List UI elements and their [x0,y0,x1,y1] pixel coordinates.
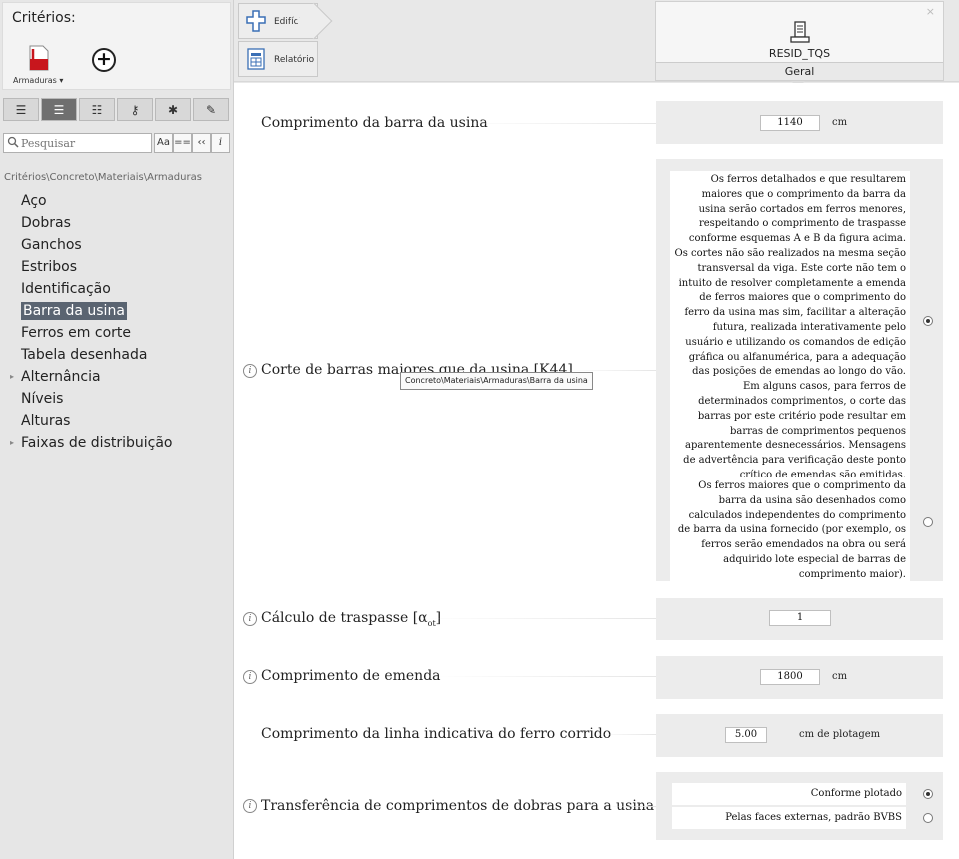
building-name: RESID_TQS [768,47,831,60]
traspasse-label: Cálculo de traspasse [αot] [261,610,441,628]
tree-item-label: Dobras [21,215,71,231]
tree-item-label: Faixas de distribuição [21,435,173,451]
tree-item-label: Identificação [21,281,111,297]
divider [564,370,656,371]
comp-barra-unit: cm [832,117,848,128]
comp-barra-input[interactable]: 1140 [760,115,820,131]
view-toolbar: ☰ ☰ ☷ ⚷ ✱ ✎ [3,98,229,121]
expand-icon[interactable]: ▸ [10,366,14,388]
tree-item[interactable]: Ferros em corte [0,322,232,344]
search-icon [7,136,19,148]
linha-unit: cm de plotagem [799,729,881,740]
tree-item[interactable]: Dobras [0,212,232,234]
tree-item[interactable]: ▸ Faixas de distribuição [0,432,232,454]
tree-item[interactable]: Identificação [0,278,232,300]
divider [456,123,656,124]
close-icon[interactable]: × [926,5,935,18]
tree-item[interactable]: Estribos [0,256,232,278]
tab-geral[interactable]: Geral [656,62,943,80]
criteria-main: Comprimento da barra da usina 1140 cm i … [234,83,959,859]
tree-item-label: Tabela desenhada [21,347,148,363]
transf-radio-2[interactable] [923,813,933,823]
search-row: Aa == ‹‹ i [3,133,230,153]
corte-radio-1[interactable] [923,316,933,326]
breadcrumb: Critérios\Concreto\Materiais\Armaduras [4,172,202,183]
top-bar: Edifício Relatório × RESID_TQS Geral [234,0,959,82]
relatorio-label: Relatório [274,55,315,65]
tree-item-label: Ganchos [21,237,82,253]
tree-item-label: Alturas [21,413,71,429]
corte-option-1[interactable]: Os ferros detalhados e que resultarem ma… [670,171,910,486]
info-icon[interactable]: i [243,364,257,378]
divider [594,734,656,735]
linha-label: Comprimento da linha indicativa do ferro… [261,726,612,742]
tree-item[interactable]: Aço [0,190,232,212]
criteria-tree: Aço Dobras Ganchos Estribos Identificação Bar… [0,190,232,454]
relatorio-button[interactable]: Relatório [238,41,318,77]
divider [419,618,656,619]
building-icon [246,10,266,32]
tree-item[interactable]: Barra da usina [0,300,232,322]
grid-view-button[interactable]: ☷ [79,98,115,121]
emenda-unit: cm [832,671,848,682]
emenda-input[interactable]: 1800 [760,669,820,685]
tree-item-label: Ferros em corte [21,325,131,341]
tree-item[interactable]: Ganchos [0,234,232,256]
path-tooltip: Concreto\Materiais\Armaduras\Barra da us… [400,372,593,390]
corte-option-2[interactable]: Os ferros maiores que o comprimento da b… [670,477,910,585]
star-icon[interactable]: ✱ [155,98,191,121]
armaduras-dropdown[interactable]: Armaduras ▾ [13,76,63,85]
criteria-box: Critérios: Armaduras ▾ + [2,2,231,90]
tree-item[interactable]: Níveis [0,388,232,410]
expand-icon[interactable]: ▸ [10,432,14,454]
comp-barra-label: Comprimento da barra da usina [261,115,488,131]
tree-item-label: Alternância [21,369,101,385]
left-panel: Critérios: Armaduras ▾ + ☰ ☰ ☷ ⚷ ✱ ✎ Aa [0,0,234,859]
tree-item[interactable]: Tabela desenhada [0,344,232,366]
info-icon[interactable]: i [243,799,257,813]
corte-radio-2[interactable] [923,517,933,527]
transf-option-2[interactable]: Pelas faces externas, padrão BVBS [672,807,906,829]
search-input[interactable] [3,133,152,153]
pencil-icon[interactable]: ✎ [193,98,229,121]
building-icon [790,21,810,43]
whole-word-button[interactable]: == [173,133,192,153]
building-card[interactable]: × RESID_TQS Geral [655,1,944,81]
list-view-button[interactable]: ☰ [3,98,39,121]
emenda-label: Comprimento de emenda [261,668,441,684]
transf-radio-1[interactable] [923,789,933,799]
transf-label: Transferência de comprimentos de dobras … [261,798,655,814]
divider [606,806,656,807]
divider [434,676,656,677]
linha-input[interactable]: 5.00 [725,727,767,743]
transf-option-1[interactable]: Conforme plotado [672,783,906,805]
tree-item-label: Aço [21,193,47,209]
tree-item[interactable]: ▸ Alternância [0,366,232,388]
tree-item-label: Barra da usina [21,302,127,320]
armaduras-icon[interactable] [28,45,50,71]
edificio-button[interactable]: Edifício [238,3,318,39]
key-icon[interactable]: ⚷ [117,98,153,121]
info-button[interactable]: i [211,133,230,153]
criteria-title: Critérios: [12,10,76,26]
tree-item-label: Níveis [21,391,64,407]
tree-item-label: Estribos [21,259,78,275]
quote-button[interactable]: ‹‹ [192,133,211,153]
edificio-label: Edifício [274,17,307,27]
add-criteria-button[interactable]: + [92,48,116,72]
tree-item[interactable]: Alturas [0,410,232,432]
info-icon[interactable]: i [243,612,257,626]
detail-view-button[interactable]: ☰ [41,98,77,121]
match-case-button[interactable]: Aa [154,133,173,153]
report-icon [247,48,265,70]
info-icon[interactable]: i [243,670,257,684]
traspasse-input[interactable]: 1 [769,610,831,626]
